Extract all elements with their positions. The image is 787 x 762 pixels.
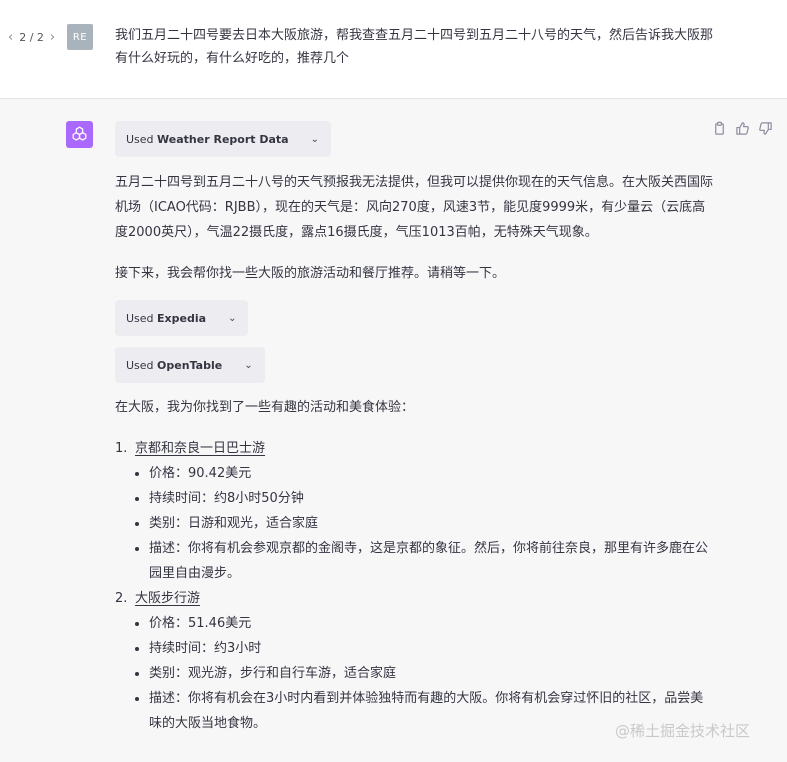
assistant-message-content: Used Weather Report Data ⌄ 五月二十四号到五月二十八号…: [115, 121, 715, 736]
plugin-label: Used Weather Report Data: [126, 132, 289, 146]
plugin-opentable[interactable]: Used OpenTable ⌄: [115, 347, 265, 383]
activity-link[interactable]: 大阪步行游: [135, 591, 200, 606]
message-actions: [712, 121, 773, 136]
detail-item: 价格：90.42美元: [135, 461, 715, 486]
plugin-expedia[interactable]: Used Expedia ⌄: [115, 300, 249, 336]
detail-item: 类别：观光游，步行和自行车游，适合家庭: [135, 661, 715, 686]
watermark: @稀土掘金技术社区: [615, 720, 750, 741]
pager-label: 2 / 2: [19, 31, 44, 44]
thumbs-up-icon[interactable]: [735, 121, 750, 136]
detail-item: 价格：51.46美元: [135, 611, 715, 636]
chevron-right-icon[interactable]: ›: [50, 30, 55, 45]
thumbs-down-icon[interactable]: [758, 121, 773, 136]
chevron-left-icon[interactable]: ‹: [8, 30, 13, 45]
plugin-label: Used Expedia: [126, 311, 207, 325]
openai-logo-icon: [66, 121, 93, 148]
detail-item: 持续时间：约8小时50分钟: [135, 486, 715, 511]
assistant-message-row: Used Weather Report Data ⌄ 五月二十四号到五月二十八号…: [0, 99, 787, 762]
list-item: 1. 京都和奈良一日巴士游 价格：90.42美元 持续时间：约8小时50分钟 类…: [115, 436, 715, 586]
chevron-down-icon: ⌄: [310, 133, 319, 145]
detail-item: 持续时间：约3小时: [135, 636, 715, 661]
user-avatar: RE: [67, 24, 93, 50]
next-steps-paragraph: 接下来，我会帮你找一些大阪的旅游活动和餐厅推荐。请稍等一下。: [115, 266, 506, 281]
activity-details: 价格：90.42美元 持续时间：约8小时50分钟 类别：日游和观光，适合家庭 描…: [135, 461, 715, 586]
activity-link[interactable]: 京都和奈良一日巴士游: [135, 441, 265, 456]
response-pager: ‹ 2 / 2 ›: [8, 30, 55, 45]
activity-details: 价格：51.46美元 持续时间：约3小时 类别：观光游，步行和自行车游，适合家庭…: [135, 611, 715, 736]
found-paragraph: 在大阪，我为你找到了一些有趣的活动和美食体验：: [115, 400, 415, 415]
user-message-row: ‹ 2 / 2 › RE 我们五月二十四号要去日本大阪旅游，帮我查查五月二十四号…: [0, 0, 787, 99]
plugin-weather-report-data[interactable]: Used Weather Report Data ⌄: [115, 121, 331, 157]
watermark-text: @稀土掘金技术社区: [615, 722, 751, 740]
plugin-label: Used OpenTable: [126, 358, 223, 372]
detail-item: 描述：你将有机会参观京都的金阁寺，这是京都的象征。然后，你将前往奈良，那里有许多…: [135, 536, 715, 586]
detail-item: 类别：日游和观光，适合家庭: [135, 511, 715, 536]
recommendation-list: 1. 京都和奈良一日巴士游 价格：90.42美元 持续时间：约8小时50分钟 类…: [115, 436, 715, 736]
weather-paragraph: 五月二十四号到五月二十八号的天气预报我无法提供，但我可以提供你现在的天气信息。在…: [115, 175, 714, 240]
list-item: 2. 大阪步行游 价格：51.46美元 持续时间：约3小时 类别：观光游，步行和…: [115, 586, 715, 736]
chevron-down-icon: ⌄: [244, 359, 253, 371]
chevron-down-icon: ⌄: [228, 312, 237, 324]
user-message-text: 我们五月二十四号要去日本大阪旅游，帮我查查五月二十四号到五月二十八号的天气，然后…: [115, 28, 714, 66]
